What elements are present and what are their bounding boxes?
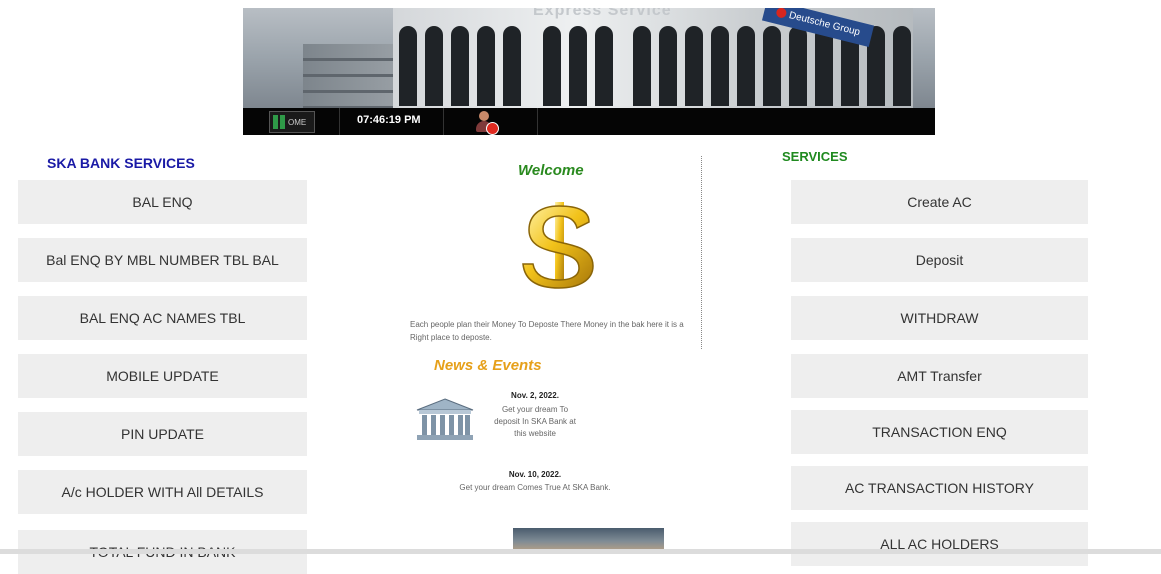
bottom-scrollbar[interactable] — [0, 549, 1161, 554]
bar-separator — [339, 108, 340, 135]
banner-status-bar: OME 07:46:19 PM — [243, 108, 935, 135]
news-events-heading: News & Events — [434, 357, 542, 374]
news-date: Nov. 10, 2022. — [508, 470, 562, 479]
welcome-heading: Welcome — [518, 162, 584, 179]
home-icon[interactable]: OME — [269, 111, 315, 133]
bar-separator — [443, 108, 444, 135]
transaction-enq-button[interactable]: TRANSACTION ENQ — [791, 410, 1088, 454]
column-divider — [701, 156, 702, 349]
intro-text: Each people plan their Money To Deposte … — [410, 320, 684, 342]
amt-transfer-button[interactable]: AMT Transfer — [791, 354, 1088, 398]
deposit-button[interactable]: Deposit — [791, 238, 1088, 282]
home-label: OME — [288, 118, 307, 127]
news-text: Get your dream Comes True At SKA Bank. — [459, 483, 611, 492]
bal-enq-button[interactable]: BAL ENQ — [18, 180, 307, 224]
ac-holder-details-button[interactable]: A/c HOLDER WITH All DETAILS — [18, 470, 307, 514]
dollar-icon — [513, 198, 605, 292]
bal-enq-by-mobile-button[interactable]: Bal ENQ BY MBL NUMBER TBL BAL — [18, 238, 307, 282]
all-ac-holders-button[interactable]: ALL AC HOLDERS — [791, 522, 1088, 566]
right-column-heading: SERVICES — [782, 149, 848, 164]
news-date: Nov. 2, 2022. — [511, 391, 559, 400]
left-column-heading: SKA BANK SERVICES — [47, 155, 195, 171]
mobile-update-button[interactable]: MOBILE UPDATE — [18, 354, 307, 398]
header-banner: Express Service Deutsche Group OME 07:46… — [243, 8, 935, 135]
withdraw-button[interactable]: WITHDRAW — [791, 296, 1088, 340]
bank-building-icon — [415, 398, 475, 441]
bank-logo-icon — [775, 8, 788, 20]
bar-separator — [537, 108, 538, 135]
bal-enq-ac-names-button[interactable]: BAL ENQ AC NAMES TBL — [18, 296, 307, 340]
pin-update-button[interactable]: PIN UPDATE — [18, 412, 307, 456]
clock: 07:46:19 PM — [357, 114, 421, 126]
ac-transaction-history-button[interactable]: AC TRANSACTION HISTORY — [791, 466, 1088, 510]
news-text: Get your dream To deposit In SKA Bank at… — [494, 405, 576, 438]
create-ac-button[interactable]: Create AC — [791, 180, 1088, 224]
banner-title: Express Service — [533, 8, 672, 19]
user-logout-icon[interactable] — [473, 110, 499, 135]
